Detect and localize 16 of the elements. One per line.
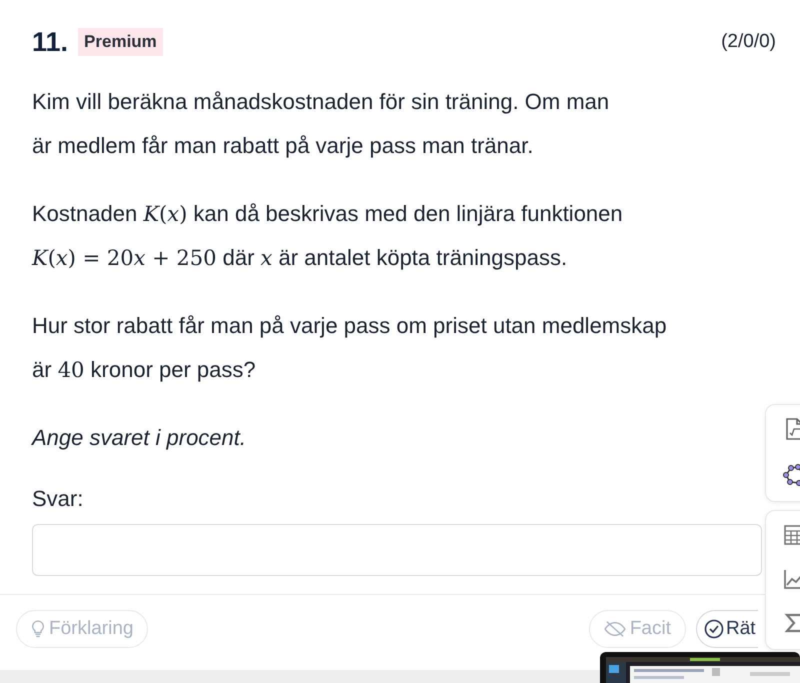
- line-chart-icon[interactable]: [782, 567, 800, 591]
- calculator-icon[interactable]: [782, 523, 800, 547]
- sigma-icon[interactable]: [782, 611, 800, 635]
- eye-slash-icon: [604, 620, 626, 638]
- question-text: Kostnaden K(x) kan då beskrivas med den linjära funktionen K(x) = 20x + 250 där x är antalet köpta träningspass.: [32, 200, 624, 272]
- answer-field[interactable]: [32, 524, 762, 576]
- answer-label: Svar:: [32, 486, 84, 512]
- check-circle-icon: [704, 619, 724, 639]
- lightbulb-icon: [31, 620, 45, 638]
- points-label: (2/0/0): [721, 31, 776, 53]
- question-text: Kim vill beräkna månadskostnaden för sin träning. Om man är medlem får man rabatt på varje pass man tränar.: [32, 88, 610, 160]
- premium-badge: Premium: [78, 28, 163, 56]
- check-button[interactable]: Rät: [696, 610, 758, 648]
- question-number: 11.: [32, 26, 68, 58]
- instruction-text: Ange svaret i procent.: [32, 424, 248, 452]
- question-text: Hur stor rabatt får man på varje pass om priset utan medlemskap är 40 kronor per pass?: [32, 312, 668, 384]
